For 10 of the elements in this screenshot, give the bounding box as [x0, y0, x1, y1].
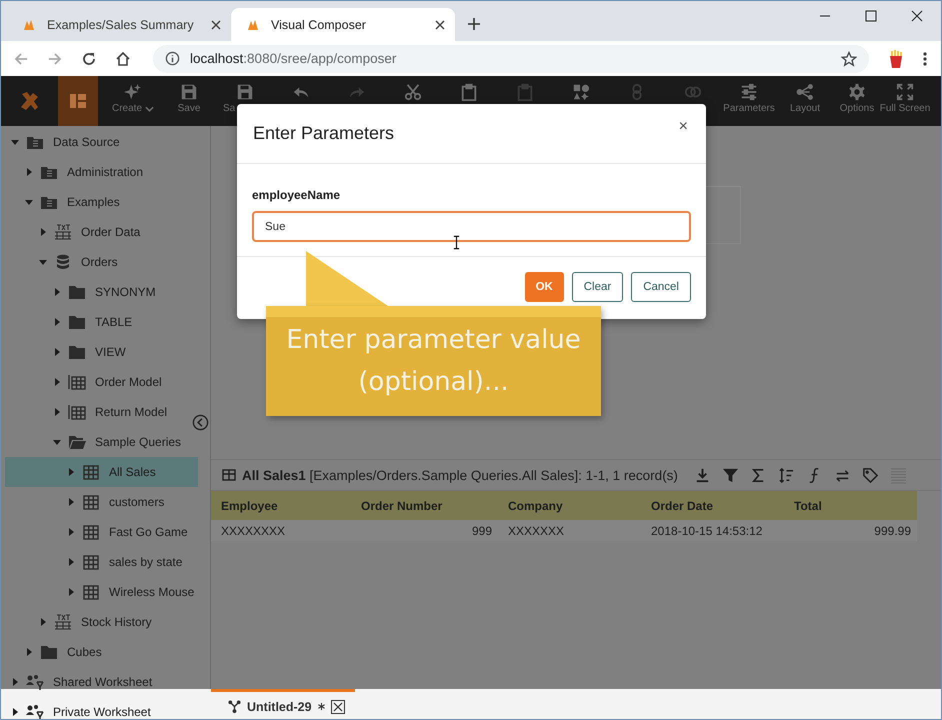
table-cell: 2018-10-15 14:53:12: [641, 520, 784, 541]
table-cell: XXXXXXXX: [211, 520, 351, 541]
callout-text: Enter parameter value (optional)...: [285, 324, 582, 399]
table-cell: 999.99: [784, 520, 917, 541]
table-cell: XXXXXXX: [498, 520, 641, 541]
field-label: employeeName: [252, 188, 342, 202]
url-text: localhost:8080/sree/app/composer: [190, 51, 396, 66]
results-title: All Sales1 [Examples/Orders.Sample Queries.All Sales]: 1-1, 1 record(s): [242, 468, 678, 482]
table-cell: 999: [351, 520, 498, 541]
dialog-title: Enter Parameters: [253, 123, 394, 144]
